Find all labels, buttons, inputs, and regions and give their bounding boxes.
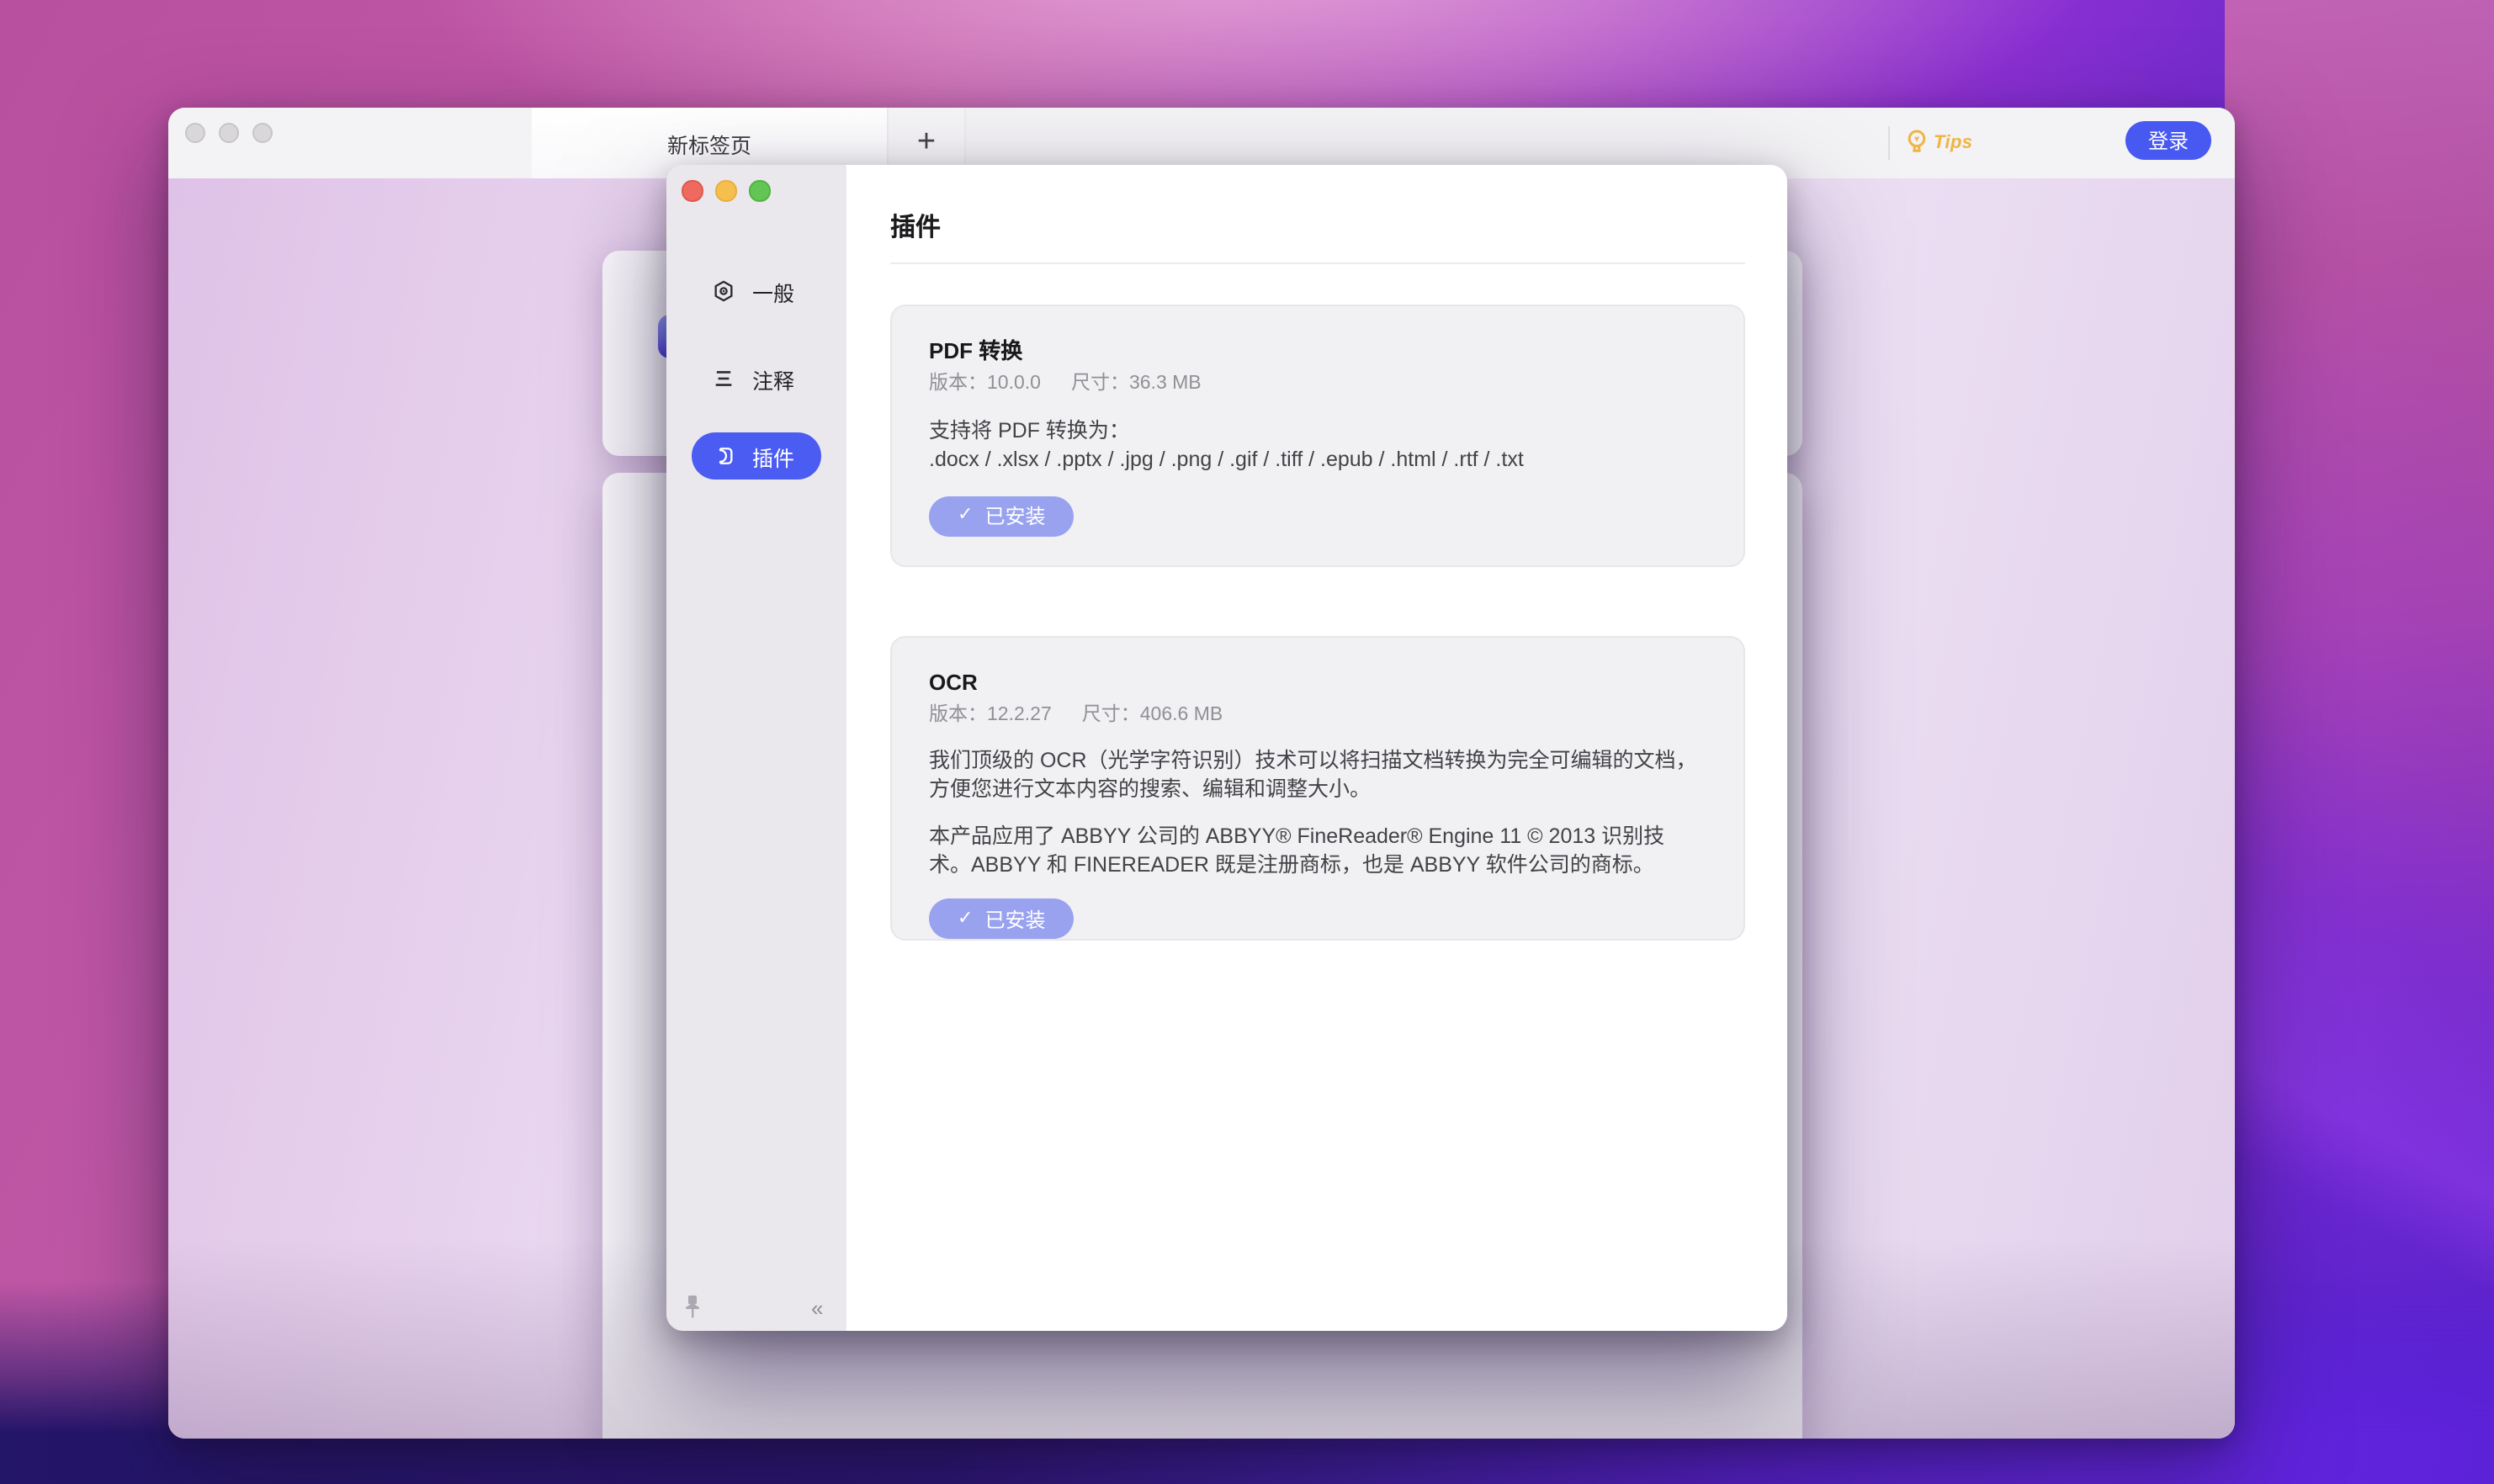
installed-label: 已安装 <box>984 501 1045 530</box>
window-zoom-button[interactable] <box>252 123 273 143</box>
plugin-version: 版本：10.0.0 <box>929 372 1041 395</box>
sidebar-collapse-icon[interactable]: « <box>811 1297 823 1321</box>
titlebar-divider <box>1888 126 1890 160</box>
annotation-list-icon <box>712 367 735 390</box>
sidebar-item-label: 插件 <box>752 440 794 472</box>
settings-sidebar: 一般 注释 插件 « <box>666 165 846 1331</box>
plugin-card-ocr: OCR 版本：12.2.27 尺寸：406.6 MB 我们顶级的 OCR（光学字… <box>890 636 1745 941</box>
sidebar-item-plugins[interactable]: 插件 <box>692 432 821 480</box>
sidebar-item-general[interactable]: 一般 <box>692 268 821 315</box>
screen: 新标签页 + Tips 登录 <box>0 0 2494 1484</box>
installed-label: 已安装 <box>984 904 1045 933</box>
header-divider <box>890 262 1745 264</box>
plugins-panel: 插件 PDF 转换 版本：10.0.0 尺寸：36.3 MB 支持将 PDF 转… <box>846 165 1787 1331</box>
plugin-description-para1: 我们顶级的 OCR（光学字符识别）技术可以将扫描文档转换为完全可编辑的文档，方便… <box>929 747 1706 803</box>
plugin-card-pdf-convert: PDF 转换 版本：10.0.0 尺寸：36.3 MB 支持将 PDF 转换为：… <box>890 305 1745 567</box>
window-close-button[interactable] <box>185 123 205 143</box>
check-icon: ✓ <box>958 506 973 525</box>
plugin-icon <box>712 444 735 468</box>
sidebar-item-annotation[interactable]: 注释 <box>692 355 821 402</box>
window-minimize-button[interactable] <box>219 123 239 143</box>
plugin-name: OCR <box>929 670 1706 697</box>
general-gear-icon <box>712 279 735 303</box>
plugin-size: 尺寸：36.3 MB <box>1071 372 1202 395</box>
login-label: 登录 <box>2148 126 2189 155</box>
installed-button[interactable]: ✓ 已安装 <box>929 898 1074 939</box>
sidebar-item-label: 一般 <box>752 275 794 307</box>
tips-label: Tips <box>1934 133 1972 153</box>
check-icon: ✓ <box>958 909 973 928</box>
installed-button[interactable]: ✓ 已安装 <box>929 496 1074 536</box>
plugin-version: 版本：12.2.27 <box>929 703 1052 727</box>
plugin-description-line2: .docx / .xlsx / .pptx / .jpg / .png / .g… <box>929 446 1706 474</box>
plugin-description-line1: 支持将 PDF 转换为： <box>929 417 1706 446</box>
dialog-zoom-button[interactable] <box>749 180 770 201</box>
tips-logo[interactable]: Tips <box>1905 125 1972 162</box>
plugin-description-para2: 本产品应用了 ABBYY 公司的 ABBYY® FineReader® Engi… <box>929 823 1706 878</box>
plus-icon: + <box>917 125 936 162</box>
login-button[interactable]: 登录 <box>2125 121 2211 160</box>
tab-label: 新标签页 <box>667 127 751 159</box>
plugin-name: PDF 转换 <box>929 338 1706 365</box>
dialog-close-button[interactable] <box>682 180 703 201</box>
settings-dialog: 一般 注释 插件 « 插件 PDF 转 <box>666 165 1787 1331</box>
pushpin-icon[interactable] <box>682 1294 703 1319</box>
dialog-minimize-button[interactable] <box>715 180 736 201</box>
plugin-size: 尺寸：406.6 MB <box>1082 703 1223 727</box>
lightbulb-icon <box>1905 128 1932 158</box>
sidebar-item-label: 注释 <box>752 363 794 395</box>
page-title: 插件 <box>890 212 1745 244</box>
